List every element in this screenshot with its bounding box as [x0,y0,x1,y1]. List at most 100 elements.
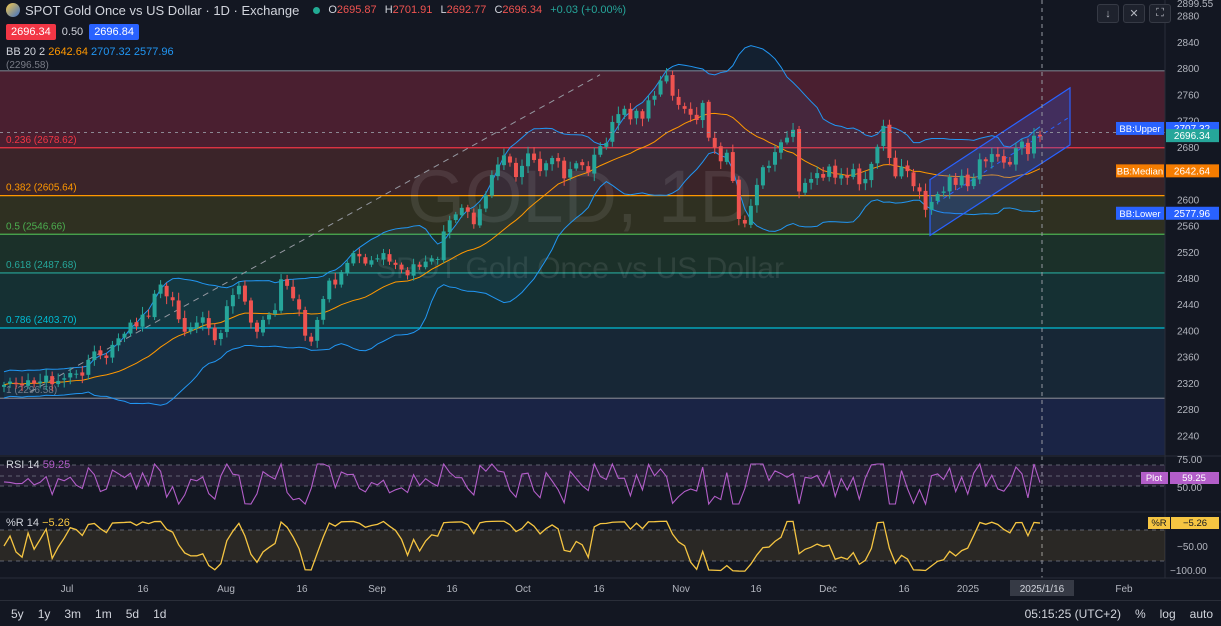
candle-body [827,166,832,177]
candle-body [766,165,771,168]
candle-body [321,298,326,320]
candle-body [520,165,524,178]
bb-tag-label: BB:Lower [1119,209,1160,220]
candle-body [399,264,404,270]
rsi-tag: Plot [1146,473,1163,484]
candle-body [1019,141,1024,148]
candle-body [803,182,808,193]
time-tick-label: 16 [296,584,308,595]
candle-body [1007,161,1012,165]
candle-body [833,165,838,178]
chart-header: SPOT Gold Once vs US Dollar · 1D · Excha… [0,0,626,20]
auto-toggle[interactable]: auto [1190,607,1213,621]
price-tick-label: 2880 [1177,12,1200,23]
candle-body [580,162,585,166]
candle-body [791,129,796,137]
candle-body [351,253,356,264]
time-tick-label: Oct [515,584,531,595]
candle-body [297,299,302,310]
candle-body [532,153,537,160]
time-tick-label: 16 [137,584,149,595]
candle-body [20,384,25,386]
candle-body [526,153,531,167]
timeframe-5y[interactable]: 5y [11,607,24,621]
download-icon[interactable]: ↓ [1097,4,1119,23]
price-tag-value: 2577.96 [1174,209,1211,220]
symbol-title[interactable]: SPOT Gold Once vs US Dollar · 1D · Excha… [25,3,299,18]
candle-body [14,382,19,385]
candle-body [628,108,633,120]
chart-toolbar: ↓ ✕ ⛶ [1097,4,1171,23]
clock[interactable]: 05:15:25 (UTC+2) [1025,607,1121,621]
sell-button[interactable]: 2696.34 [6,24,56,40]
candle-body [742,220,747,224]
candle-body [971,178,976,187]
candle-body [1038,134,1042,137]
price-tick-label: 2840 [1177,38,1200,49]
candle-body [387,254,392,262]
fib-label-1: 0.236 (2678.62) [6,135,77,146]
candle-body [935,194,940,201]
candle-body [736,179,741,219]
candle-body [8,381,13,384]
candle-body [477,209,482,226]
fullscreen-icon[interactable]: ⛶ [1149,4,1171,23]
candle-body [98,350,103,356]
candle-body [917,187,922,192]
candle-body [128,322,133,334]
candle-body [224,306,229,332]
price-tick-label: 2800 [1177,64,1200,75]
candle-body [152,293,157,318]
price-chart[interactable]: 0.236 (2678.62) 0.382 (2605.64) 0.5 (2546.… [0,0,1221,625]
candle-body [110,344,115,358]
candle-body [815,173,820,179]
timeframe-1y[interactable]: 1y [38,607,51,621]
candle-body [471,212,476,225]
percent-toggle[interactable]: % [1135,607,1146,621]
candle-body [724,152,729,162]
wr-tag: %R [1151,518,1166,529]
log-toggle[interactable]: log [1160,607,1176,621]
candle-body [718,146,723,162]
candle-body [586,166,591,173]
time-tick-label: Nov [672,584,690,595]
candle-body [146,315,151,317]
candle-body [863,178,868,184]
gold-symbol-icon [6,3,20,17]
candle-body [556,157,561,162]
candle-body [785,137,790,143]
candle-body [327,280,332,300]
price-tag-value: 2696.34 [1174,131,1211,142]
candle-body [200,317,205,323]
timeframe-5d[interactable]: 5d [126,607,139,621]
candle-body [887,124,892,159]
candle-body [381,253,386,260]
candle-body [158,284,163,294]
price-tick-label: 2520 [1177,248,1200,259]
candle-body [965,174,970,187]
price-tick-label: 2440 [1177,300,1200,311]
ohlc-readout: O2695.87 H2701.91 L2692.77 C2696.34 +0.0… [328,4,627,16]
candle-body [68,373,73,378]
price-tick-label: 2560 [1177,222,1200,233]
candle-body [875,146,880,164]
candle [760,165,765,189]
time-tick-label: 16 [750,584,762,595]
candle-body [357,253,362,257]
bb-legend: BB 20 2 2642.64 2707.32 2577.96 [6,46,174,58]
price-tick-label: 2480 [1177,274,1200,285]
timeframe-1d[interactable]: 1d [153,607,166,621]
timeframe-1m[interactable]: 1m [95,607,112,621]
timeframe-3m[interactable]: 3m [64,607,81,621]
candle-body [839,175,844,179]
candle-body [809,178,814,183]
candle-body [164,285,169,297]
change-readout: +0.03 (+0.00%) [550,4,627,16]
candle-body [562,160,567,179]
close-icon[interactable]: ✕ [1123,4,1145,23]
buy-button[interactable]: 2696.84 [89,24,139,40]
candle-body [658,80,663,95]
candle-body [465,207,470,212]
candle-body [44,375,49,383]
candle-body [176,300,181,320]
